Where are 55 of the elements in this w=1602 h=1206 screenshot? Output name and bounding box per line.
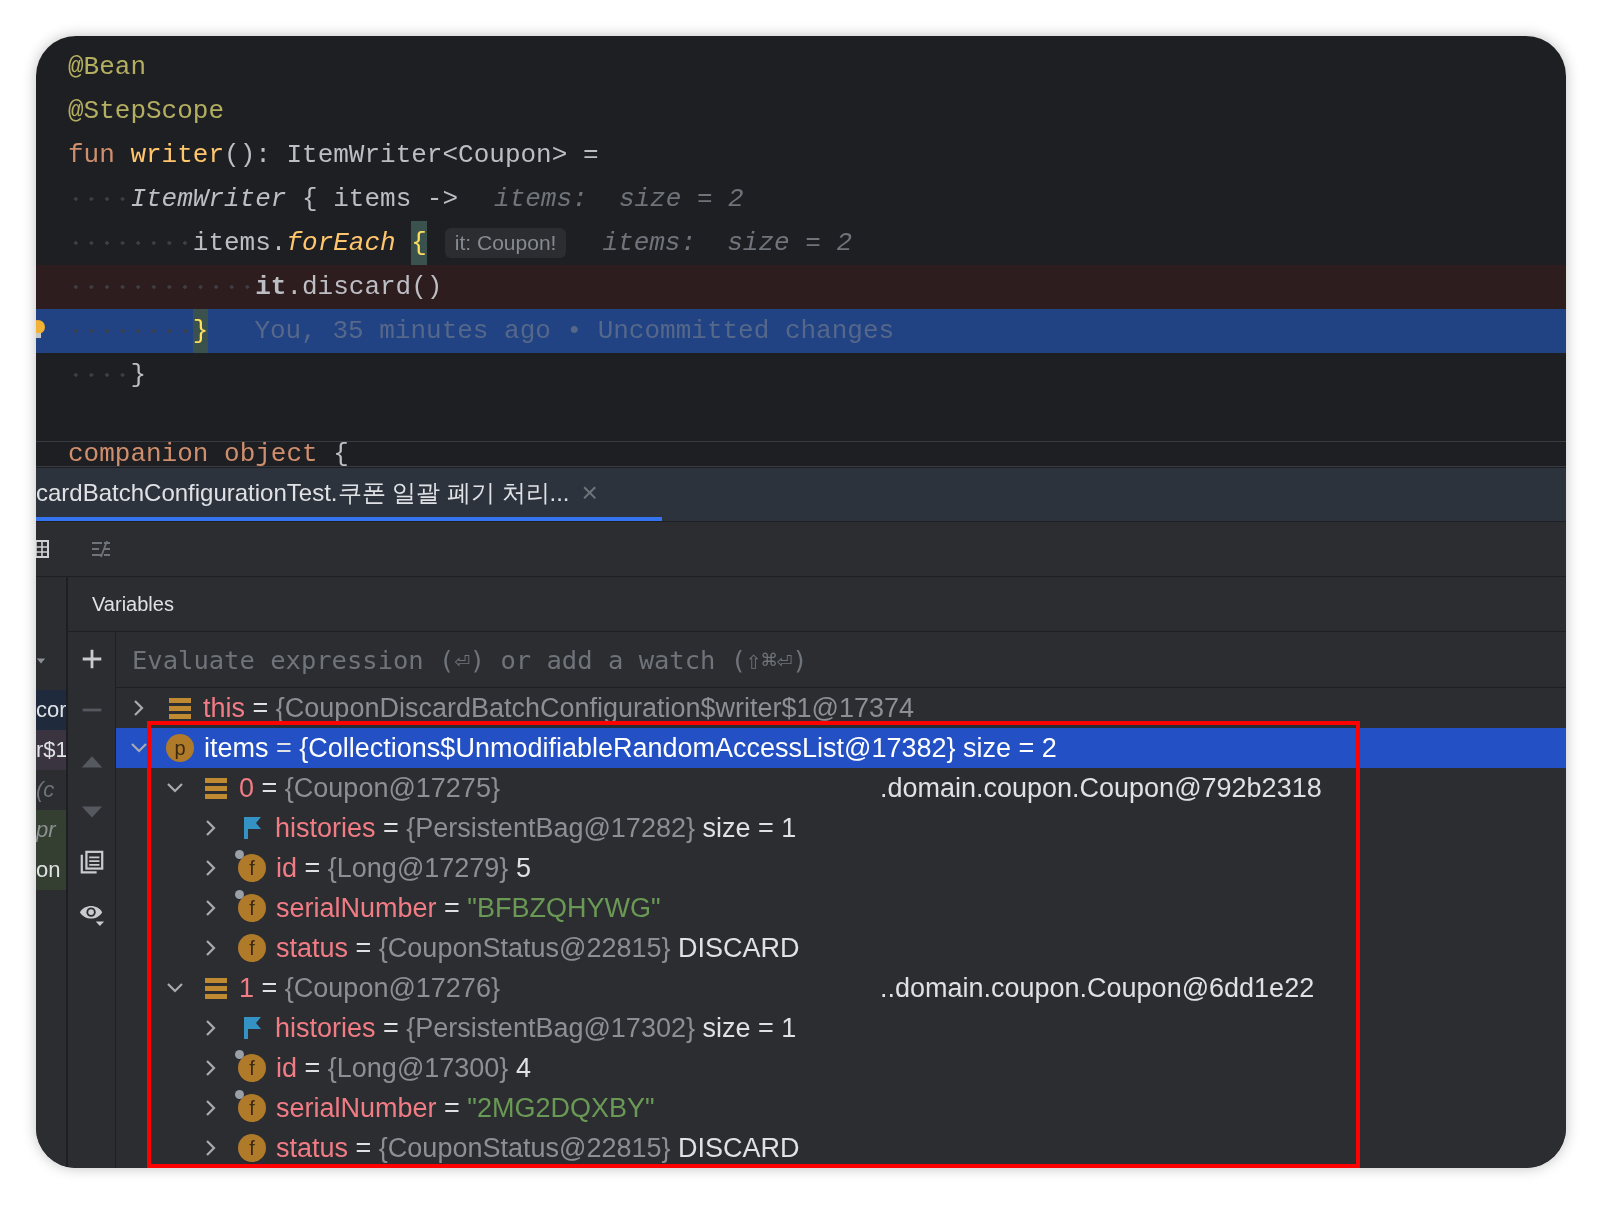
type-hint[interactable]: it: Coupon! — [444, 228, 567, 258]
function-name: forEach — [286, 227, 396, 260]
code-text: items. — [192, 227, 287, 260]
variable-text: status = {CouponStatus@22815} DISCARD — [276, 1132, 800, 1164]
variable-row[interactable]: f id = {Long@17279} 5 — [116, 848, 1566, 888]
list-settings-icon[interactable] — [90, 538, 112, 560]
panel-title: Variables — [92, 592, 174, 616]
to-string-text: .domain.coupon.Coupon@792b2318 — [879, 772, 1322, 804]
code-text: it — [255, 271, 287, 304]
brace-highlight: } — [192, 309, 209, 353]
keyword-text: fun — [68, 139, 115, 172]
brace-highlight: { — [411, 221, 427, 265]
code-text: { — [333, 442, 349, 466]
variable-text: 0 = {Coupon@17275} — [239, 772, 500, 804]
chevron-down-icon[interactable] — [36, 657, 46, 665]
variable-row[interactable]: f serialNumber = "2MG2DQXBY" — [116, 1088, 1566, 1128]
inlay-hint: items: size = 2 — [494, 183, 744, 216]
variable-text: serialNumber = "BFBZQHYWG" — [276, 892, 661, 924]
bulb-icon[interactable] — [36, 319, 46, 341]
variable-row[interactable]: f id = {Long@17300} 4 — [116, 1048, 1566, 1088]
field-badge: p — [166, 734, 194, 762]
frame-item[interactable]: cor — [36, 690, 66, 730]
variable-text: id = {Long@17300} 4 — [276, 1052, 531, 1084]
variable-text: id = {Long@17279} 5 — [276, 852, 531, 884]
variable-text: this = {CouponDiscardBatchConfiguration$writer$1@17374 — [203, 692, 915, 724]
variable-text: items = {Collections$UnmodifiableRandomAccessList@17382} size = 2 — [204, 732, 1057, 764]
code-text: } — [130, 359, 146, 392]
variable-row[interactable]: f serialNumber = "BFBZQHYWG" — [116, 888, 1566, 928]
field-badge: f — [238, 1134, 266, 1162]
variable-text: histories = {PersistentBag@17302} size = 1 — [275, 1012, 797, 1044]
variable-row[interactable]: 0 = {Coupon@17275} .domain.coupon.Coupon@792b2318 — [116, 768, 1566, 808]
variable-row[interactable]: f status = {CouponStatus@22815} DISCARD — [116, 1128, 1566, 1168]
code-text: .discard() — [286, 271, 443, 304]
to-string-text: ..domain.coupon.Coupon@6dd1e22 — [879, 972, 1315, 1004]
code-text: { items -> — [301, 183, 459, 216]
variable-row[interactable]: histories = {PersistentBag@17302} size = 1 — [116, 1008, 1566, 1048]
code-text: (): ItemWriter<Coupon> = — [224, 139, 599, 172]
variable-row[interactable]: f status = {CouponStatus@22815} DISCARD — [116, 928, 1566, 968]
variable-row[interactable]: histories = {PersistentBag@17282} size = 1 — [116, 808, 1566, 848]
variable-row[interactable]: p items = {Collections$UnmodifiableRandomAccessList@17382} size = 2 — [116, 728, 1566, 768]
field-badge: f — [238, 934, 266, 962]
annotation-text: @StepScope — [68, 95, 225, 128]
function-name: writer — [130, 139, 225, 172]
variable-row[interactable]: 1 = {Coupon@17276} ..domain.coupon.Coupon@6dd1e22 — [116, 968, 1566, 1008]
keyword-text: companion object — [68, 442, 318, 466]
annotation-text: @Bean — [68, 51, 146, 84]
frame-item[interactable]: r$1 — [36, 730, 66, 770]
variable-text: histories = {PersistentBag@17282} size = 1 — [275, 812, 797, 844]
variable-row[interactable]: this = {CouponDiscardBatchConfiguration$writer$1@17374 — [116, 688, 1566, 728]
variable-text: status = {CouponStatus@22815} DISCARD — [276, 932, 800, 964]
inlay-hint: items: size = 2 — [602, 227, 853, 260]
variable-text: serialNumber = "2MG2DQXBY" — [276, 1092, 655, 1124]
frame-item[interactable]: on — [36, 850, 66, 890]
variable-text: 1 = {Coupon@17276} — [239, 972, 500, 1004]
type-name: ItemWriter — [130, 183, 287, 216]
